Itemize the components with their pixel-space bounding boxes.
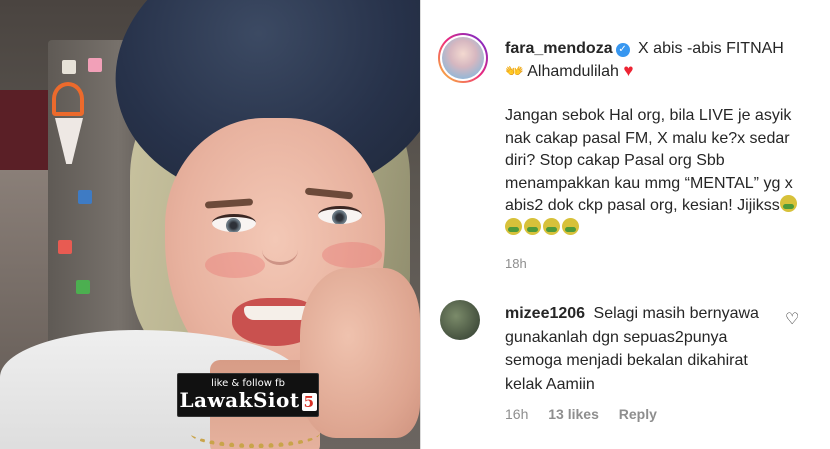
comment-meta: 16h 13 likes Reply: [505, 406, 673, 422]
necklace: [190, 418, 320, 448]
post-username[interactable]: fara_mendoza: [505, 40, 613, 57]
post-author-avatar[interactable]: [438, 33, 488, 83]
comment-timestamp[interactable]: 16h: [505, 406, 528, 422]
watermark-brand: LawakSiot: [179, 388, 300, 412]
caption-line1b: Alhamdulilah: [527, 62, 619, 80]
watermark-logo: like & follow fb LawakSiot 5: [177, 373, 319, 417]
verified-badge-icon: ✓: [615, 43, 630, 57]
red-heart-icon: ♥: [623, 60, 634, 80]
left-eye: [212, 214, 256, 232]
avatar-image: [442, 37, 484, 79]
comment-body: mizee1206 Selagi masih bernyawa gunakanl…: [505, 302, 785, 396]
nauseated-face-icon: [543, 217, 560, 235]
comment-username[interactable]: mizee1206: [505, 305, 585, 322]
raised-hands-icon: 👐: [505, 62, 524, 80]
post-media[interactable]: like & follow fb LawakSiot 5: [0, 0, 420, 449]
teeth: [244, 306, 310, 320]
caption-body: Jangan sebok Hal org, bila LIVE je asyik…: [505, 107, 793, 214]
right-blush: [322, 242, 382, 268]
watermark-logo-text: LawakSiot 5: [178, 389, 318, 413]
comment-likes[interactable]: 13 likes: [548, 406, 599, 422]
nauseated-face-icon: [524, 217, 541, 235]
post-timestamp[interactable]: 18h: [505, 256, 527, 271]
nauseated-face-icon: [505, 217, 522, 235]
post-caption: fara_mendoza ✓ X abis -abis FITNAH 👐 Alha…: [505, 38, 815, 240]
nauseated-face-icon: [779, 195, 797, 212]
comment-avatar[interactable]: [440, 300, 480, 340]
nauseated-face-icon: [562, 217, 579, 235]
caption-line1: X abis -abis FITNAH: [638, 40, 784, 57]
left-blush: [205, 252, 265, 278]
comment-reply-button[interactable]: Reply: [619, 406, 657, 422]
comments-panel: fara_mendoza ✓ X abis -abis FITNAH 👐 Alha…: [421, 0, 830, 449]
watermark-number: 5: [301, 393, 317, 411]
heart-outline-icon[interactable]: ♡: [785, 312, 803, 328]
nose: [262, 235, 298, 265]
right-eye: [318, 206, 362, 224]
